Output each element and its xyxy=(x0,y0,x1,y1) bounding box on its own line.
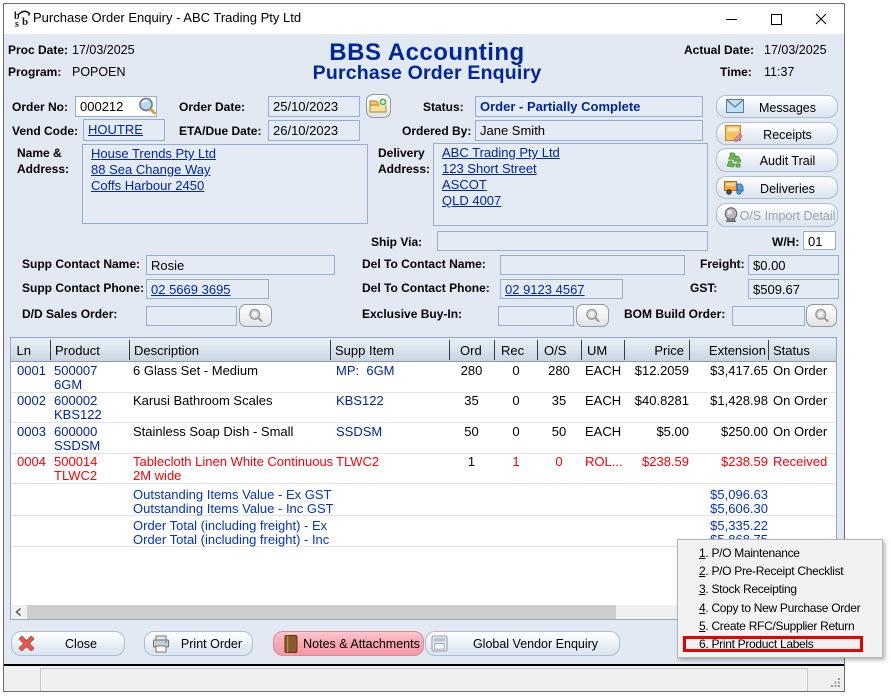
svg-text:s: s xyxy=(15,19,19,29)
svg-text:b: b xyxy=(22,16,28,28)
